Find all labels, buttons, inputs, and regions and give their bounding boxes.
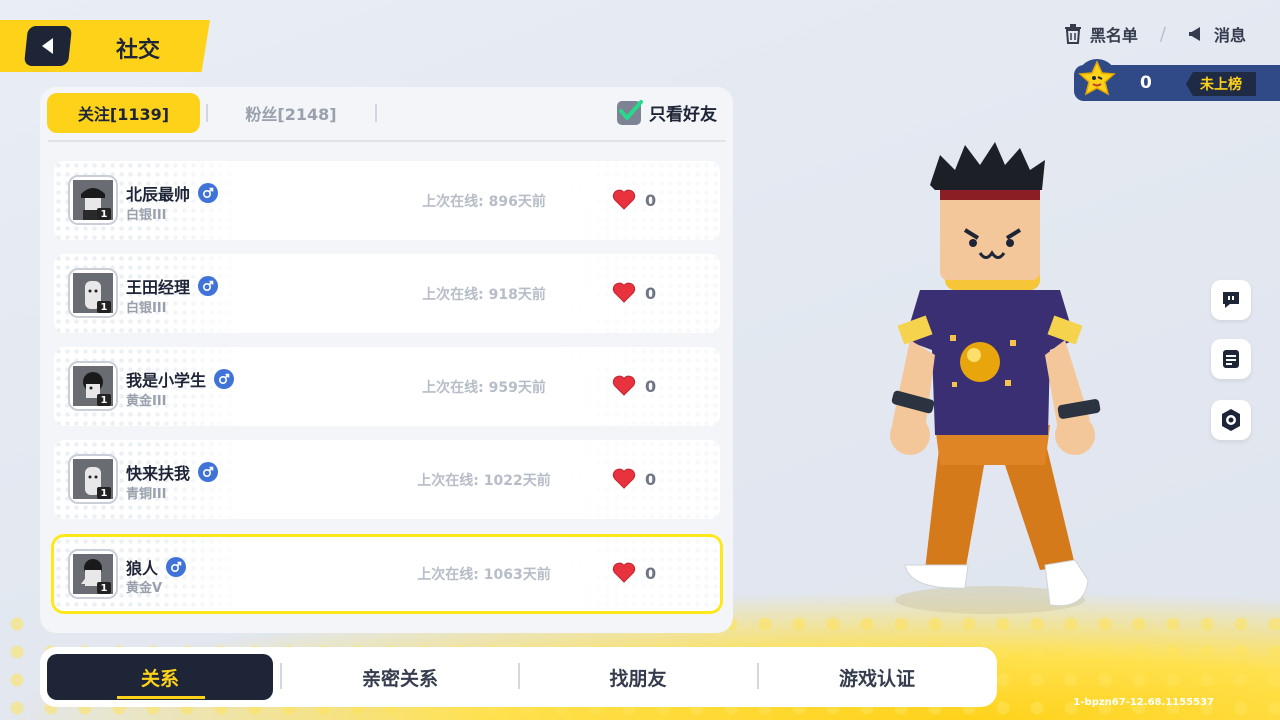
male-gender-icon [166,557,187,577]
heart-icon[interactable] [612,282,636,304]
friends-only-toggle[interactable]: 只看好友 [617,99,717,125]
last-online: 上次在线: 918天前 [422,287,546,303]
gear-icon [1222,409,1240,431]
rank-status: 未上榜 [1186,72,1256,96]
friend-row[interactable]: 1 王田经理 白银III 上次在线: 918天前 0 [54,254,720,333]
top-right-actions: 黑名单 / 消息 [1064,22,1246,46]
friend-name: 北辰最帅 [126,185,191,204]
friend-rank: 白银III [126,301,167,316]
chat-button[interactable] [1211,280,1251,320]
friend-rank: 白银III [126,208,167,223]
like-count: 0 [645,191,657,210]
character-avatar[interactable] [870,140,1120,620]
friend-avatar[interactable]: 1 [68,454,118,504]
heart-icon[interactable] [612,468,636,490]
friend-row[interactable]: 1 北辰最帅 白银III 上次在线: 896天前 0 [54,161,720,240]
tab-fans[interactable]: 粉丝[2148] [216,93,366,133]
nav-relations[interactable]: 关系 [47,654,273,700]
settings-button[interactable] [1211,400,1251,440]
like-count: 0 [645,377,657,396]
notes-button[interactable] [1211,339,1251,379]
friend-name: 狼人 [126,559,159,578]
level-badge: 1 [97,208,111,220]
tab-divider [375,104,377,122]
star-rank-icon [1077,59,1117,99]
tab-following[interactable]: 关注[1139] [47,93,200,133]
friend-rank: 黄金III [126,394,167,409]
male-gender-icon [214,369,235,389]
messages-button[interactable]: 消息 [1188,22,1246,46]
chat-bubble-icon [1223,292,1239,308]
megaphone-icon [1188,27,1200,41]
level-badge: 1 [97,394,111,406]
heart-icon[interactable] [612,189,636,211]
friend-avatar[interactable]: 1 [68,361,118,411]
heart-icon[interactable] [612,562,636,584]
friend-avatar[interactable]: 1 [68,268,118,318]
friend-avatar[interactable]: 1 [68,175,118,225]
level-badge: 1 [97,487,111,499]
last-online: 上次在线: 1022天前 [417,473,551,489]
nav-game-verification[interactable]: 游戏认证 [759,654,995,700]
last-online: 上次在线: 1063天前 [417,567,551,583]
panel-divider [48,140,726,142]
friend-name: 我是小学生 [126,371,207,390]
document-icon [1223,350,1239,368]
male-gender-icon [198,183,219,203]
friends-only-label: 只看好友 [649,105,717,125]
friend-rank: 黄金V [126,581,163,596]
checkmark-icon [619,99,643,120]
trash-icon [1064,24,1081,44]
friend-row[interactable]: 1 我是小学生 黄金III 上次在线: 959天前 0 [54,347,720,426]
blacklist-label: 黑名单 [1089,26,1138,45]
male-gender-icon [198,276,219,296]
level-badge: 1 [97,582,111,594]
page-title: 社交 [116,38,161,63]
header-separator: / [1159,23,1166,45]
nav-intimate[interactable]: 亲密关系 [282,654,518,700]
friend-row[interactable]: 1 快来扶我 青铜III 上次在线: 1022天前 0 [54,440,720,519]
nav-find-friends[interactable]: 找朋友 [520,654,756,700]
tab-divider [206,104,208,122]
last-online: 上次在线: 896天前 [422,194,546,210]
male-gender-icon [198,462,219,482]
nav-active-indicator [117,696,205,699]
rank-score: 0 [1140,73,1152,93]
like-count: 0 [645,284,657,303]
like-count: 0 [645,470,657,489]
last-online: 上次在线: 959天前 [422,380,546,396]
friend-name: 王田经理 [126,278,191,297]
messages-label: 消息 [1213,26,1246,45]
friend-name: 快来扶我 [126,464,191,483]
blacklist-button[interactable]: 黑名单 [1064,22,1138,46]
checkbox[interactable] [617,99,643,125]
level-badge: 1 [97,301,111,313]
friend-avatar[interactable]: 1 [68,549,118,599]
friend-rank: 青铜III [126,487,167,502]
like-count: 0 [645,564,657,583]
version-label: 1-bpzn67-12.68.1155537 [1073,697,1214,708]
heart-icon[interactable] [612,375,636,397]
back-button[interactable] [23,26,73,66]
back-arrow-icon [42,38,53,54]
friend-row-selected[interactable]: 1 狼人 黄金V 上次在线: 1063天前 0 [54,537,720,611]
